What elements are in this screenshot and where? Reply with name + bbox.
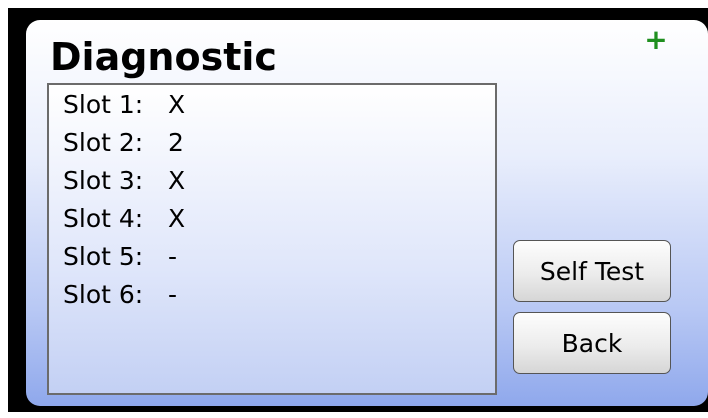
slot-row-3: Slot 3: X — [63, 167, 495, 205]
slot-row-1: Slot 1: X — [63, 91, 495, 129]
back-button[interactable]: Back — [513, 312, 671, 374]
slot-value: - — [168, 280, 178, 309]
slot-list: Slot 1: X Slot 2: 2 Slot 3: X Slot 4: X Slot… — [47, 83, 497, 395]
slot-value: X — [168, 166, 186, 195]
slot-label: Slot 3: — [63, 166, 144, 195]
slot-label: Slot 1: — [63, 90, 144, 119]
self-test-button[interactable]: Self Test — [513, 240, 671, 302]
slot-row-5: Slot 5: - — [63, 243, 495, 281]
diagnostic-panel: Diagnostic + Slot 1: X Slot 2: 2 Slot 3: X … — [26, 20, 708, 406]
slot-label: Slot 4: — [63, 204, 144, 233]
slot-row-2: Slot 2: 2 — [63, 129, 495, 167]
page-title: Diagnostic — [50, 35, 277, 79]
slot-value: X — [168, 204, 186, 233]
slot-label: Slot 6: — [63, 280, 144, 309]
slot-value: - — [168, 242, 178, 271]
device-frame: Diagnostic + Slot 1: X Slot 2: 2 Slot 3: X … — [0, 0, 708, 418]
plus-icon[interactable]: + — [643, 24, 669, 56]
slot-row-6: Slot 6: - — [63, 281, 495, 319]
slot-value: X — [168, 90, 186, 119]
slot-row-4: Slot 4: X — [63, 205, 495, 243]
slot-label: Slot 2: — [63, 128, 144, 157]
slot-label: Slot 5: — [63, 242, 144, 271]
slot-value: 2 — [168, 128, 184, 157]
